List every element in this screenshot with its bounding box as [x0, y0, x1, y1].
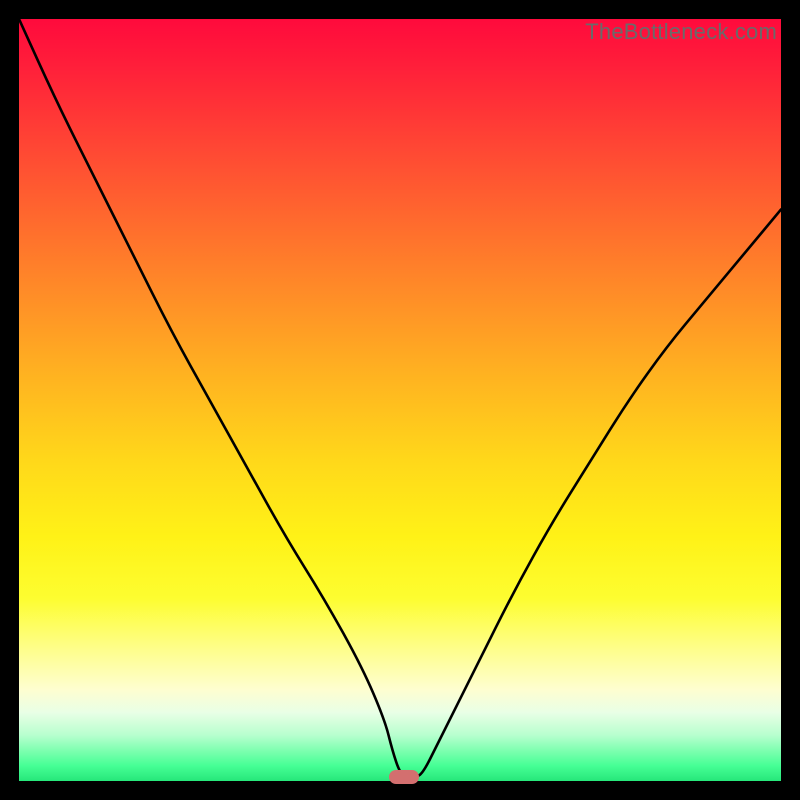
balance-marker	[389, 770, 419, 784]
bottleneck-curve	[19, 19, 781, 781]
chart-container: TheBottleneck.com	[0, 0, 800, 800]
watermark-text: TheBottleneck.com	[585, 19, 777, 45]
plot-area: TheBottleneck.com	[19, 19, 781, 781]
